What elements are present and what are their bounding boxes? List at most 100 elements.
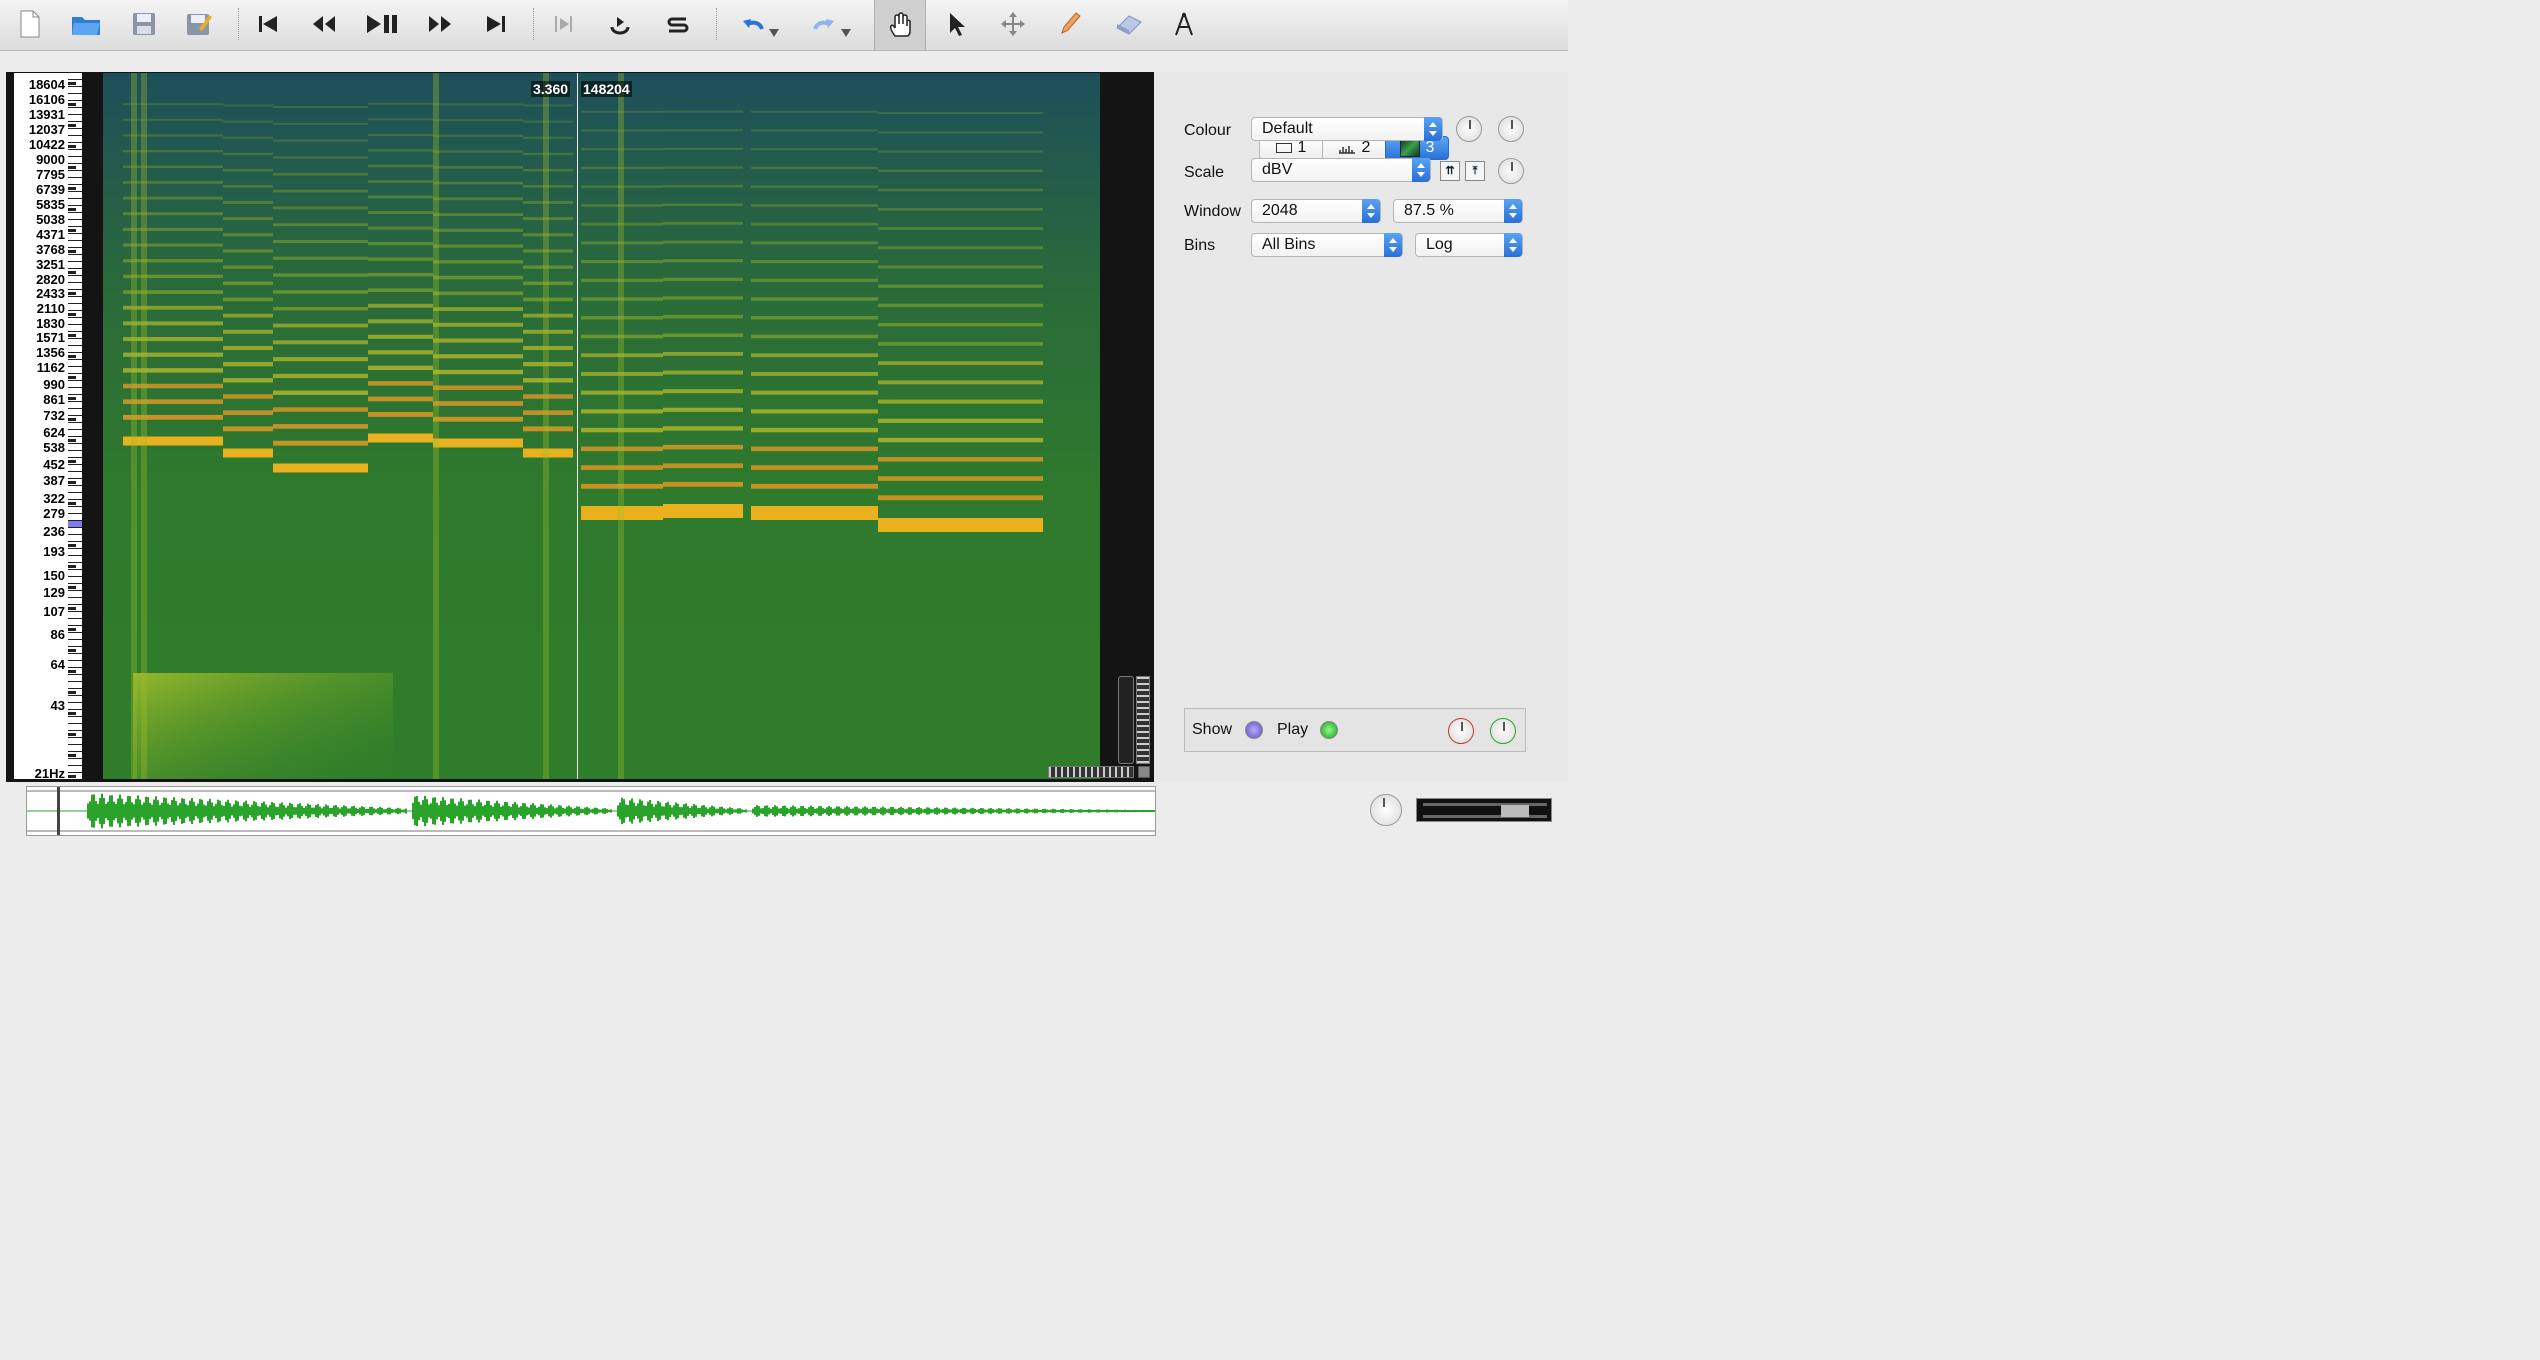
new-file-icon[interactable] bbox=[12, 6, 48, 42]
solo-icon[interactable] bbox=[660, 6, 696, 42]
spectrogram-pane-icon bbox=[1399, 139, 1420, 157]
playback-pan-knob[interactable] bbox=[1490, 718, 1516, 744]
frequency-label: 3768 bbox=[36, 242, 65, 257]
colour-threshold-knob[interactable] bbox=[1498, 116, 1524, 142]
frequency-label: 322 bbox=[43, 491, 65, 506]
window-size-select[interactable]: 2048 bbox=[1251, 199, 1381, 223]
toolbar-separator bbox=[716, 8, 717, 40]
window-size-value: 2048 bbox=[1262, 202, 1298, 219]
frequency-label: 1356 bbox=[36, 345, 65, 360]
frequency-label: 452 bbox=[43, 457, 65, 472]
fast-forward-icon[interactable] bbox=[422, 6, 458, 42]
colour-select[interactable]: Default bbox=[1251, 117, 1443, 141]
frequency-label: 732 bbox=[43, 408, 65, 423]
colour-rotation-knob[interactable] bbox=[1456, 116, 1482, 142]
toolbar-separator bbox=[533, 8, 534, 40]
scale-select[interactable]: dBV bbox=[1251, 158, 1431, 182]
toolbar-separator bbox=[238, 8, 239, 40]
tab-label: 1 bbox=[1297, 139, 1307, 156]
window-label: Window bbox=[1184, 203, 1241, 220]
save-icon[interactable] bbox=[126, 6, 162, 42]
frequency-label: 7795 bbox=[36, 167, 65, 182]
frequency-label: 990 bbox=[43, 377, 65, 392]
frequency-label: 5038 bbox=[36, 212, 65, 227]
zoom-reset-button[interactable] bbox=[1138, 766, 1150, 778]
playback-gain-knob[interactable] bbox=[1448, 718, 1474, 744]
normalize-columns-icon: ⇈ bbox=[1445, 165, 1455, 177]
frequency-label: 10422 bbox=[28, 137, 65, 152]
overview-zoom-knob[interactable] bbox=[1370, 794, 1402, 826]
layer-properties-panel: 1 2 3 Colour Default Scale dBV ⇈ ⤒ Windo… bbox=[1154, 72, 1568, 782]
window-overlap-value: 87.5 % bbox=[1404, 202, 1454, 219]
frequency-label: 236 bbox=[43, 524, 65, 539]
show-toggle[interactable] bbox=[1245, 721, 1263, 739]
waveform-pane-icon bbox=[1275, 143, 1292, 153]
frequency-label: 3251 bbox=[36, 257, 65, 272]
colour-label: Colour bbox=[1184, 122, 1232, 139]
open-folder-icon[interactable] bbox=[68, 6, 104, 42]
rewind-start-icon[interactable] bbox=[250, 6, 286, 42]
play-pause-icon[interactable] bbox=[364, 6, 400, 42]
vertical-zoom-slider[interactable] bbox=[1118, 676, 1134, 764]
navigate-hand-icon[interactable] bbox=[874, 0, 926, 50]
frequency-label: 4371 bbox=[36, 227, 65, 242]
tab-label: 2 bbox=[1361, 139, 1371, 156]
spectrogram-view[interactable]: 3.360 148204 bbox=[103, 73, 1100, 779]
frequency-label: 387 bbox=[43, 473, 65, 488]
chevron-updown-icon bbox=[1424, 117, 1442, 141]
tab-label: 3 bbox=[1425, 139, 1435, 156]
frequency-label: 2820 bbox=[36, 272, 65, 287]
normalize-columns-button[interactable]: ⇈ bbox=[1440, 161, 1460, 181]
frequency-label: 2433 bbox=[36, 286, 65, 301]
select-arrow-icon[interactable] bbox=[938, 6, 974, 42]
frequency-label: 64 bbox=[50, 657, 65, 672]
rewind-icon[interactable] bbox=[306, 6, 342, 42]
spectrogram-pane[interactable]: 18604 16106 13931 12037 10422 9000 7795 6739 583… bbox=[6, 72, 1154, 782]
scale-select-value: dBV bbox=[1262, 161, 1293, 178]
frequency-label: 43 bbox=[50, 698, 65, 713]
frequency-label: 624 bbox=[43, 425, 65, 440]
chevron-updown-icon bbox=[1384, 233, 1402, 257]
undo-dropdown-icon[interactable] bbox=[764, 6, 784, 42]
normalize-visible-button[interactable]: ⤒ bbox=[1465, 161, 1485, 181]
fast-forward-end-icon[interactable] bbox=[478, 6, 514, 42]
bins-select[interactable]: All Bins bbox=[1251, 233, 1403, 257]
frequency-label: 5835 bbox=[36, 197, 65, 212]
cursor-frame-label: 148204 bbox=[581, 81, 632, 97]
bins-label: Bins bbox=[1184, 237, 1216, 254]
scale-label: Scale bbox=[1184, 164, 1225, 181]
loop-icon[interactable] bbox=[602, 6, 638, 42]
frequency-label: 6739 bbox=[36, 182, 65, 197]
redo-dropdown-icon[interactable] bbox=[836, 6, 856, 42]
save-as-icon[interactable] bbox=[181, 6, 217, 42]
bins-select-value: All Bins bbox=[1262, 236, 1316, 253]
frequency-label: 21Hz bbox=[34, 766, 65, 781]
vertical-zoom-ruler[interactable] bbox=[1136, 676, 1150, 764]
frequency-scale: 18604 16106 13931 12037 10422 9000 7795 6739 583… bbox=[14, 73, 68, 781]
measure-icon[interactable] bbox=[1166, 6, 1202, 42]
frequency-label: 107 bbox=[43, 604, 65, 619]
overview-waveform[interactable] bbox=[26, 786, 1156, 836]
play-label: Play bbox=[1277, 721, 1309, 738]
normalize-visible-icon: ⤒ bbox=[1472, 165, 1478, 177]
bin-scale-select[interactable]: Log bbox=[1415, 233, 1523, 257]
frequency-label: 16106 bbox=[28, 92, 65, 107]
frequency-label: 13931 bbox=[28, 107, 65, 122]
frequency-label: 1571 bbox=[36, 330, 65, 345]
gain-knob[interactable] bbox=[1498, 158, 1524, 184]
play-selection-icon[interactable] bbox=[546, 6, 582, 42]
frequency-label: 279 bbox=[43, 506, 65, 521]
draw-pencil-icon[interactable] bbox=[1052, 6, 1088, 42]
move-icon[interactable] bbox=[995, 6, 1031, 42]
horizontal-zoom-ruler[interactable] bbox=[1048, 766, 1134, 778]
bin-scale-value: Log bbox=[1426, 236, 1453, 253]
window-overlap-select[interactable]: 87.5 % bbox=[1393, 199, 1523, 223]
chevron-updown-icon bbox=[1504, 233, 1522, 257]
colour-select-value: Default bbox=[1262, 120, 1313, 137]
erase-icon[interactable] bbox=[1110, 6, 1146, 42]
frequency-label: 193 bbox=[43, 544, 65, 559]
play-toggle[interactable] bbox=[1320, 721, 1338, 739]
frequency-label: 18604 bbox=[28, 77, 65, 92]
chevron-updown-icon bbox=[1412, 158, 1430, 182]
main-toolbar bbox=[0, 0, 1568, 51]
